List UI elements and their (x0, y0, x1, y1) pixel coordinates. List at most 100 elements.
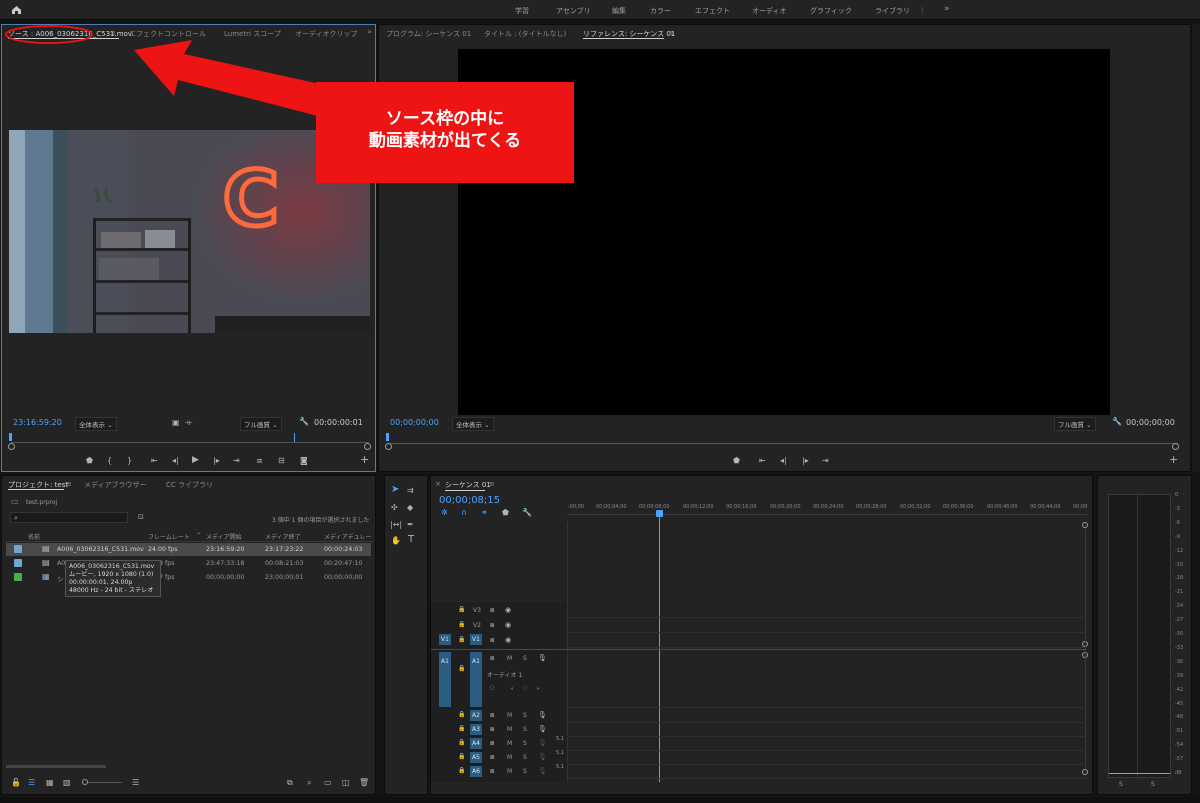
track-target[interactable]: A4 (470, 738, 482, 749)
insert-icon[interactable]: ⧈ (257, 457, 262, 465)
workspace-tab-graphics[interactable]: グラフィック (810, 6, 852, 16)
label-color-swatch[interactable] (14, 573, 22, 581)
more-workspaces-icon[interactable]: » (944, 4, 950, 14)
lock-icon[interactable]: 🔒 (458, 621, 465, 629)
icon-view-icon[interactable]: ▦ (46, 779, 54, 787)
mute-button[interactable]: M (507, 726, 512, 733)
linked-selection-icon[interactable]: ⚭ (481, 509, 488, 517)
tab-sequence[interactable]: シーケンス 01 (445, 480, 491, 490)
microphone-icon[interactable]: 🎙 (538, 725, 547, 733)
project-row[interactable]: ▤ A0 9 fps 23:47:33:18 00:08:21:03 00:20… (6, 557, 371, 570)
col-media-duration[interactable]: メディアデュレー (324, 532, 371, 541)
track-target[interactable]: A5 (470, 752, 482, 763)
tab-title[interactable]: タイトル : (タイトルなし) (484, 29, 566, 39)
tab-menu-icon[interactable]: ≡ (110, 29, 116, 37)
home-icon[interactable] (11, 5, 22, 15)
go-to-in-icon[interactable]: ⇤ (759, 457, 766, 465)
vertical-zoom-handle[interactable] (1082, 769, 1088, 775)
go-to-out-icon[interactable]: ⇥ (233, 457, 240, 465)
add-keyframe-icon[interactable]: ◇ (523, 684, 528, 692)
button-editor-plus-icon[interactable]: + (360, 454, 369, 465)
snap-icon[interactable]: ∩ (461, 509, 467, 517)
keyframe-dial-icon[interactable]: ◌ (489, 684, 494, 692)
project-row[interactable]: ▦ シ 7 fps 00;00;00;00 23;00;00;01 00;00;… (6, 571, 371, 584)
solo-button[interactable]: S (523, 655, 527, 662)
sync-lock-icon[interactable]: ⧈ (490, 636, 494, 644)
sync-lock-icon[interactable]: ⧈ (490, 725, 494, 733)
source-playhead[interactable] (9, 433, 12, 441)
lock-icon[interactable]: 🔒 (458, 665, 465, 673)
sync-lock-icon[interactable]: ⧈ (490, 767, 494, 775)
sync-lock-icon[interactable]: ⧈ (490, 753, 494, 761)
lock-icon[interactable]: 🔒 (458, 636, 465, 644)
workspace-tab-color[interactable]: カラー (650, 6, 671, 16)
track-target[interactable]: A3 (470, 724, 482, 735)
list-view-icon[interactable]: ☰ (28, 779, 35, 787)
source-timecode[interactable]: 23:16:59:20 (13, 418, 62, 427)
marker-icon[interactable]: ⬟ (733, 457, 740, 465)
selection-tool-icon[interactable]: ➤ (391, 485, 399, 495)
sync-lock-icon[interactable]: ⧈ (490, 711, 494, 719)
export-frame-icon[interactable]: ◙ (300, 457, 308, 465)
workspace-tab-audio[interactable]: オーディオ (752, 6, 787, 16)
insert-sequences-nest-icon[interactable]: ✲ (441, 509, 448, 517)
eye-icon[interactable]: ◉ (505, 606, 511, 614)
microphone-icon[interactable]: 🎙 (538, 753, 547, 761)
program-playhead[interactable] (386, 433, 389, 441)
new-item-icon[interactable]: ◫ (342, 779, 350, 787)
source-patch-v1[interactable]: V1 (439, 634, 451, 645)
hand-tool-icon[interactable]: ✋ (391, 537, 401, 545)
step-forward-icon[interactable]: |▸ (802, 457, 809, 465)
zoom-slider-track[interactable] (88, 782, 122, 783)
zoom-left-handle[interactable] (8, 443, 15, 450)
mute-button[interactable]: M (507, 768, 512, 775)
mark-out-icon[interactable]: } (127, 457, 132, 465)
step-back-icon[interactable]: ◂| (172, 457, 179, 465)
zoom-right-handle[interactable] (1172, 443, 1179, 450)
go-to-out-icon[interactable]: ⇥ (822, 457, 829, 465)
lock-icon[interactable]: 🔒 (458, 767, 465, 775)
workspace-tab-effects[interactable]: エフェクト (695, 6, 730, 16)
lock-icon[interactable]: 🔒 (458, 606, 465, 614)
razor-tool-icon[interactable]: ◆ (407, 504, 413, 512)
workspace-tab-learn[interactable]: 学習 (515, 6, 529, 16)
lock-icon[interactable]: 🔒 (458, 753, 465, 761)
tab-lumetri-scopes[interactable]: Lumetri スコープ (224, 29, 281, 39)
program-scrub-bar[interactable] (388, 443, 1178, 444)
step-forward-icon[interactable]: |▸ (213, 457, 220, 465)
source-quality-select[interactable]: フル画質 ⌄ (240, 417, 282, 431)
sync-lock-icon[interactable]: ⧈ (490, 606, 494, 614)
sync-lock-icon[interactable]: ⧈ (490, 654, 494, 662)
col-media-end[interactable]: メディア終了 (265, 532, 301, 541)
freeform-view-icon[interactable]: ▧ (63, 779, 71, 787)
workspace-tab-editing[interactable]: 編集 (612, 6, 626, 16)
eye-icon[interactable]: ◉ (505, 621, 511, 629)
find-icon[interactable]: ⌕ (307, 779, 311, 787)
mute-button[interactable]: M (507, 740, 512, 747)
prev-keyframe-icon[interactable]: ◂ (510, 685, 513, 692)
solo-button[interactable]: S (523, 726, 527, 733)
microphone-icon[interactable]: 🎙 (538, 767, 547, 775)
solo-button[interactable]: S (523, 754, 527, 761)
tab-cc-libraries[interactable]: CC ライブラリ (166, 480, 213, 490)
drag-audio-only-icon[interactable]: ⟛ (185, 419, 192, 427)
slip-tool-icon[interactable]: |↔| (390, 521, 402, 529)
solo-button[interactable]: S (523, 712, 527, 719)
solo-right-button[interactable]: S (1151, 781, 1155, 788)
source-patch-a1[interactable]: A1 (439, 652, 451, 707)
sort-icons-icon[interactable]: ☰ (132, 779, 139, 787)
project-search-input[interactable]: ⌕ (10, 512, 128, 523)
add-marker-icon[interactable]: ⬟ (502, 509, 509, 517)
solo-button[interactable]: S (523, 768, 527, 775)
trash-icon[interactable]: 🗑 (359, 779, 369, 787)
microphone-icon[interactable]: 🎙 (538, 711, 547, 719)
tab-media-browser[interactable]: メディアブラウザー (84, 480, 147, 490)
col-name[interactable]: 名前 (28, 532, 40, 541)
track-target[interactable]: A6 (470, 766, 482, 777)
button-editor-plus-icon[interactable]: + (1169, 454, 1178, 465)
play-icon[interactable]: ▶ (192, 456, 199, 465)
track-target[interactable]: A2 (470, 710, 482, 721)
tab-menu-icon[interactable]: ≡ (669, 29, 675, 37)
timeline-timecode[interactable]: 00;00;08;15 (439, 495, 500, 506)
zoom-left-handle[interactable] (385, 443, 392, 450)
